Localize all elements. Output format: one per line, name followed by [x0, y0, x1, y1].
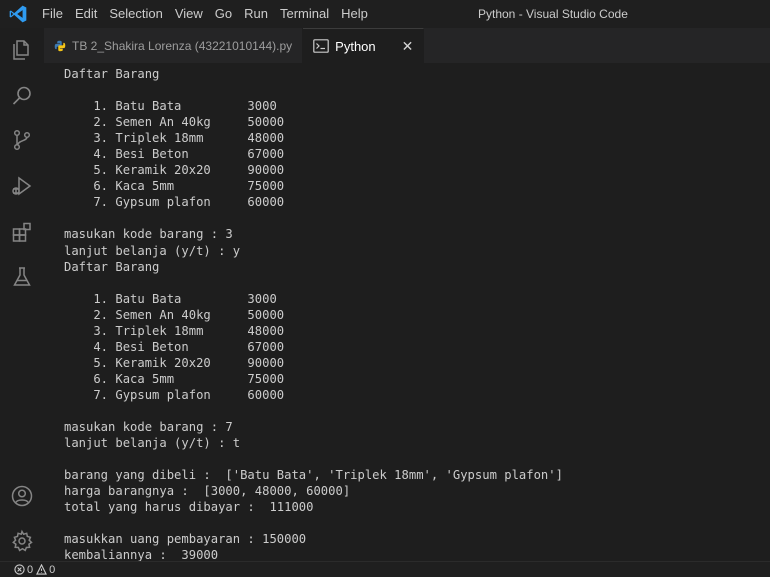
terminal-line: 1. Batu Bata 3000 — [64, 291, 277, 306]
terminal-line: 4. Besi Beton 67000 — [64, 147, 285, 162]
terminal-line: 4. Besi Beton 67000 — [64, 339, 285, 354]
menu-view[interactable]: View — [169, 0, 209, 28]
source-control-icon[interactable] — [10, 128, 34, 152]
python-file-icon — [54, 40, 66, 51]
tab-python-terminal[interactable]: Python ✕ — [303, 28, 425, 63]
manage-gear-icon[interactable] — [10, 529, 34, 553]
terminal-line: 2. Semen An 40kg 50000 — [64, 307, 285, 322]
problems-status[interactable]: 0 0 — [14, 564, 55, 576]
terminal-line: 2. Semen An 40kg 50000 — [64, 115, 285, 130]
terminal-line: Daftar Barang — [64, 259, 160, 274]
terminal-line: 3. Triplek 18mm 48000 — [64, 323, 285, 338]
terminal-line: masukkan uang pembayaran : 150000 — [64, 532, 307, 547]
terminal-line: kembaliannya : 39000 — [64, 548, 219, 561]
terminal-line: masukan kode barang : 3 — [64, 227, 233, 242]
terminal-line: harga barangnya : [3000, 48000, 60000] — [64, 484, 351, 499]
menu-run[interactable]: Run — [238, 0, 274, 28]
terminal-line: masukan kode barang : 7 — [64, 420, 233, 435]
menu-edit[interactable]: Edit — [69, 0, 103, 28]
account-icon[interactable] — [10, 484, 34, 508]
warning-count: 0 — [49, 563, 56, 576]
close-icon[interactable]: ✕ — [402, 38, 414, 55]
menu-go[interactable]: Go — [209, 0, 238, 28]
terminal-line: 5. Keramik 20x20 90000 — [64, 355, 285, 370]
menu-selection[interactable]: Selection — [103, 0, 168, 28]
tab-python-file-label: TB 2_Shakira Lorenza (43221010144).py — [72, 38, 293, 53]
terminal-line: barang yang dibeli : ['Batu Bata', 'Trip… — [64, 468, 563, 483]
search-icon[interactable] — [10, 84, 34, 108]
testing-icon[interactable] — [10, 265, 34, 289]
error-icon — [14, 564, 25, 575]
terminal-line: 3. Triplek 18mm 48000 — [64, 131, 285, 146]
extensions-icon[interactable] — [10, 220, 34, 244]
terminal-line: 6. Kaca 5mm 75000 — [64, 371, 285, 386]
terminal-line: total yang harus dibayar : 111000 — [64, 500, 314, 515]
terminal-line: lanjut belanja (y/t) : y — [64, 243, 241, 258]
menu-file[interactable]: File — [36, 0, 69, 28]
menu-help[interactable]: Help — [335, 0, 374, 28]
status-bar: 0 0 — [0, 561, 770, 577]
terminal-line: 5. Keramik 20x20 90000 — [64, 163, 285, 178]
activity-bar — [0, 28, 44, 561]
terminal-line: 6. Kaca 5mm 75000 — [64, 179, 285, 194]
terminal-line: 7. Gypsum plafon 60000 — [64, 387, 285, 402]
run-debug-icon[interactable] — [10, 174, 34, 198]
explorer-icon[interactable] — [10, 38, 34, 62]
menu-bar: File Edit Selection View Go Run Terminal… — [36, 0, 374, 28]
title-bar: File Edit Selection View Go Run Terminal… — [0, 0, 770, 28]
menu-terminal[interactable]: Terminal — [274, 0, 335, 28]
terminal-line: Daftar Barang — [64, 67, 160, 81]
terminal-output[interactable]: Daftar Barang 1. Batu Bata 3000 2. Semen… — [44, 63, 770, 561]
warning-icon — [36, 564, 48, 575]
terminal-line: lanjut belanja (y/t) : t — [64, 436, 241, 451]
editor-tab-bar: TB 2_Shakira Lorenza (43221010144).py Py… — [44, 28, 770, 63]
terminal-line: 1. Batu Bata 3000 — [64, 99, 277, 114]
error-count: 0 — [27, 563, 34, 576]
tab-python-file[interactable]: TB 2_Shakira Lorenza (43221010144).py — [44, 28, 304, 63]
terminal-icon — [313, 39, 329, 53]
tab-python-terminal-label: Python — [335, 38, 376, 54]
terminal-line: 7. Gypsum plafon 60000 — [64, 195, 285, 210]
vscode-logo-icon — [9, 5, 27, 23]
